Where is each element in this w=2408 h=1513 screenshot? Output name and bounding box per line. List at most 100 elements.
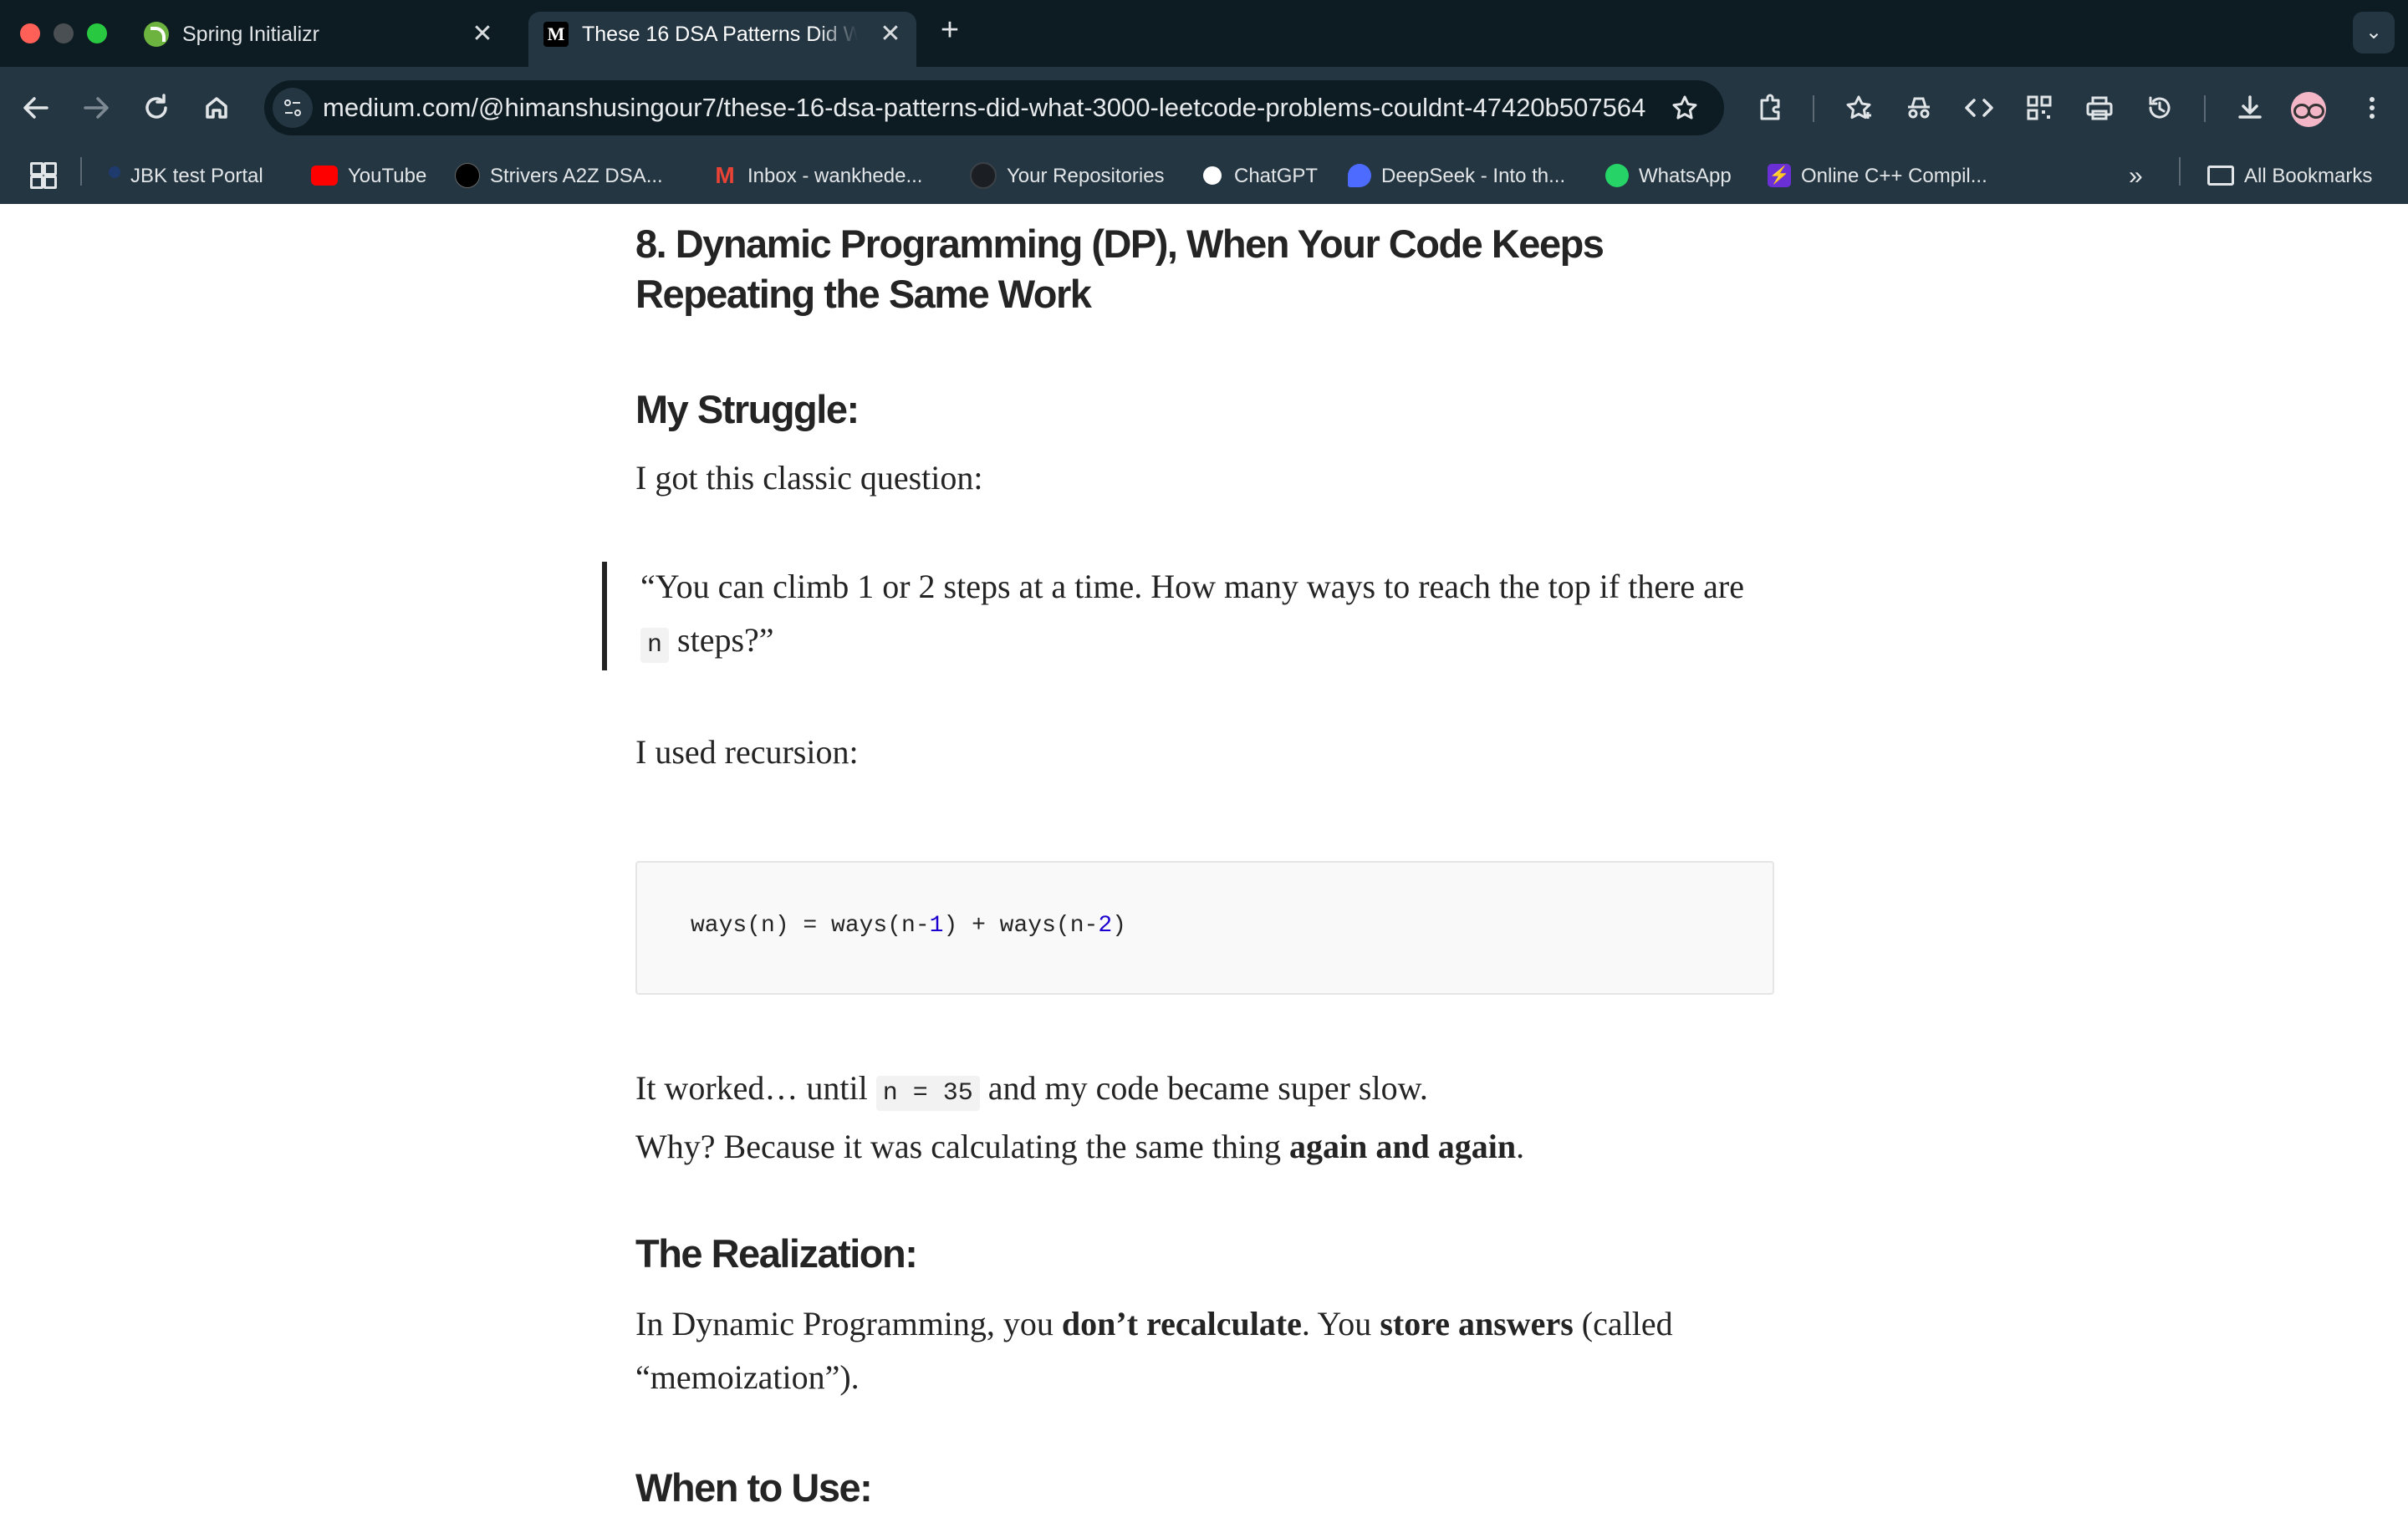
bold-text: again and again — [1288, 1128, 1517, 1165]
section-title: 8. Dynamic Programming (DP), When Your C… — [635, 222, 1604, 316]
history-icon[interactable] — [2137, 85, 2182, 130]
browser-toolbar: medium.com/@himanshusingour7/these-16-ds… — [0, 67, 2408, 149]
text-run: and my code became super slow. — [979, 1069, 1428, 1107]
window-close-button[interactable] — [20, 23, 40, 43]
recursion-paragraph: I used recursion: — [635, 733, 859, 771]
bookmark-label: Online C++ Compil... — [1801, 165, 1987, 187]
youtube-icon — [311, 165, 338, 186]
print-icon[interactable] — [2077, 85, 2122, 130]
site-info-icon[interactable] — [273, 88, 313, 128]
github-icon — [970, 161, 997, 189]
code-number: 1 — [929, 913, 944, 939]
menu-icon[interactable] — [2349, 85, 2395, 130]
bookmark-label: JBK test Portal — [130, 165, 263, 187]
bookmark-label: DeepSeek - Into th... — [1381, 165, 1566, 187]
tab-strip: Spring Initializr ✕ M These 16 DSA Patte… — [0, 0, 2408, 67]
reading-list-icon[interactable] — [1836, 85, 1881, 130]
whatsapp-icon — [1605, 163, 1629, 187]
bookmark-label: WhatsApp — [1639, 165, 1732, 187]
bookmark-strivers-a2z[interactable]: Strivers A2Z DSA... — [455, 160, 663, 192]
window-minimize-button[interactable] — [54, 23, 74, 43]
medium-icon: M — [543, 22, 569, 47]
profile-avatar[interactable] — [2291, 92, 2326, 127]
extensions-icon[interactable] — [1747, 85, 1793, 130]
quote-bar — [602, 562, 607, 670]
quote-text-end: steps?” — [669, 621, 774, 659]
lightning-icon: ⚡ — [1768, 163, 1791, 187]
code-block: ways(n) = ways(n-1) + ways(n-2) — [635, 861, 1774, 995]
home-icon[interactable] — [194, 85, 239, 130]
tab-medium-article[interactable]: M These 16 DSA Patterns Did What 3000 Le… — [528, 12, 916, 67]
text-run: . — [1516, 1128, 1525, 1165]
chatgpt-icon — [1201, 163, 1224, 187]
bookmark-jbk-test-portal[interactable]: JBK test Portal — [109, 160, 263, 192]
worked-paragraph: It worked… until n = 35 and my code beca… — [635, 1062, 1773, 1174]
inline-code: n — [640, 628, 670, 663]
inline-code: n = 35 — [875, 1076, 980, 1111]
bookmarks-overflow-button[interactable]: » — [2129, 160, 2143, 192]
qr-code-icon[interactable] — [2017, 85, 2062, 130]
bookmark-whatsapp[interactable]: WhatsApp — [1605, 160, 1732, 192]
struggle-heading: My Struggle: — [635, 387, 860, 431]
close-icon[interactable]: ✕ — [467, 18, 498, 50]
back-icon[interactable] — [13, 85, 59, 130]
bold-text: store answers — [1380, 1305, 1574, 1342]
forward-icon[interactable] — [74, 85, 119, 130]
blockquote: “You can climb 1 or 2 steps at a time. H… — [602, 562, 1773, 670]
intro-paragraph: I got this classic question: — [635, 459, 983, 497]
code-token: ) + ways(n- — [943, 913, 1099, 939]
tab-spring-initializr[interactable]: Spring Initializr ✕ — [129, 12, 513, 67]
bookmark-online-cpp-compiler[interactable]: ⚡ Online C++ Compil... — [1768, 160, 1987, 192]
close-icon[interactable]: ✕ — [875, 18, 906, 50]
tuf-icon — [455, 162, 480, 188]
incognito-icon[interactable] — [1896, 85, 1941, 130]
bookmarks-divider — [80, 157, 82, 186]
code-token: ) — [1112, 913, 1126, 939]
bookmark-label: YouTube — [348, 165, 427, 187]
code-token: ways(n) = ways(n- — [691, 913, 930, 939]
text-run: . You — [1301, 1305, 1380, 1342]
gmail-icon: M — [715, 161, 735, 188]
toolbar-divider — [1813, 95, 1814, 122]
apps-grid-icon[interactable] — [30, 162, 57, 189]
toolbar-divider — [2204, 95, 2206, 122]
deepseek-icon — [1348, 163, 1371, 187]
bookmark-label: ChatGPT — [1234, 165, 1319, 187]
bookmark-label: Inbox - wankhede... — [747, 165, 923, 187]
folder-icon — [2207, 165, 2234, 186]
bookmark-label: Your Repositories — [1007, 165, 1165, 187]
text-run: Why? Because it was calculating the same… — [635, 1128, 1289, 1165]
bold-text: don’t recalculate — [1061, 1305, 1302, 1342]
window-zoom-button[interactable] — [87, 23, 107, 43]
bookmark-label: Strivers A2Z DSA... — [490, 165, 663, 187]
tab-title: Spring Initializr — [182, 23, 319, 46]
code-line: ways(n) = ways(n-1) + ways(n-2) — [691, 909, 1126, 943]
code-number: 2 — [1098, 913, 1113, 939]
bookmark-deepseek[interactable]: DeepSeek - Into th... — [1348, 160, 1565, 192]
download-icon[interactable] — [2227, 85, 2273, 130]
text-run: In Dynamic Programming, you — [635, 1305, 1062, 1342]
bookmark-star-icon[interactable] — [1666, 89, 1704, 127]
url-text[interactable]: medium.com/@himanshusingour7/these-16-ds… — [323, 94, 1645, 122]
address-bar[interactable]: medium.com/@himanshusingour7/these-16-ds… — [264, 80, 1724, 135]
text-run: It worked… until — [635, 1069, 876, 1107]
new-tab-button[interactable]: + — [933, 13, 967, 47]
bookmark-youtube[interactable]: YouTube — [311, 160, 426, 192]
bookmark-your-repositories[interactable]: Your Repositories — [970, 160, 1165, 192]
quote-text: “You can climb 1 or 2 steps at a time. H… — [640, 560, 1744, 672]
tab-title: These 16 DSA Patterns Did What 3000 Leet… — [582, 23, 858, 46]
bookmark-label: All Bookmarks — [2244, 165, 2373, 187]
reload-icon[interactable] — [134, 85, 179, 130]
tab-search-button[interactable]: ⌄ — [2353, 12, 2395, 53]
realization-heading: The Realization: — [635, 1231, 918, 1276]
jbk-icon — [109, 166, 120, 178]
when-to-use-heading: When to Use: — [635, 1465, 873, 1510]
bookmarks-divider — [2179, 157, 2181, 186]
quote-text-start: “You can climb 1 or 2 steps at a time. H… — [640, 568, 1744, 605]
bookmark-gmail-inbox[interactable]: M Inbox - wankhede... — [712, 160, 922, 192]
spring-leaf-icon — [144, 22, 169, 47]
dp-paragraph: In Dynamic Programming, you don’t recalc… — [635, 1297, 1773, 1404]
devtools-icon[interactable] — [1956, 85, 2002, 130]
bookmark-chatgpt[interactable]: ChatGPT — [1201, 160, 1318, 192]
all-bookmarks-button[interactable]: All Bookmarks — [2207, 160, 2372, 192]
